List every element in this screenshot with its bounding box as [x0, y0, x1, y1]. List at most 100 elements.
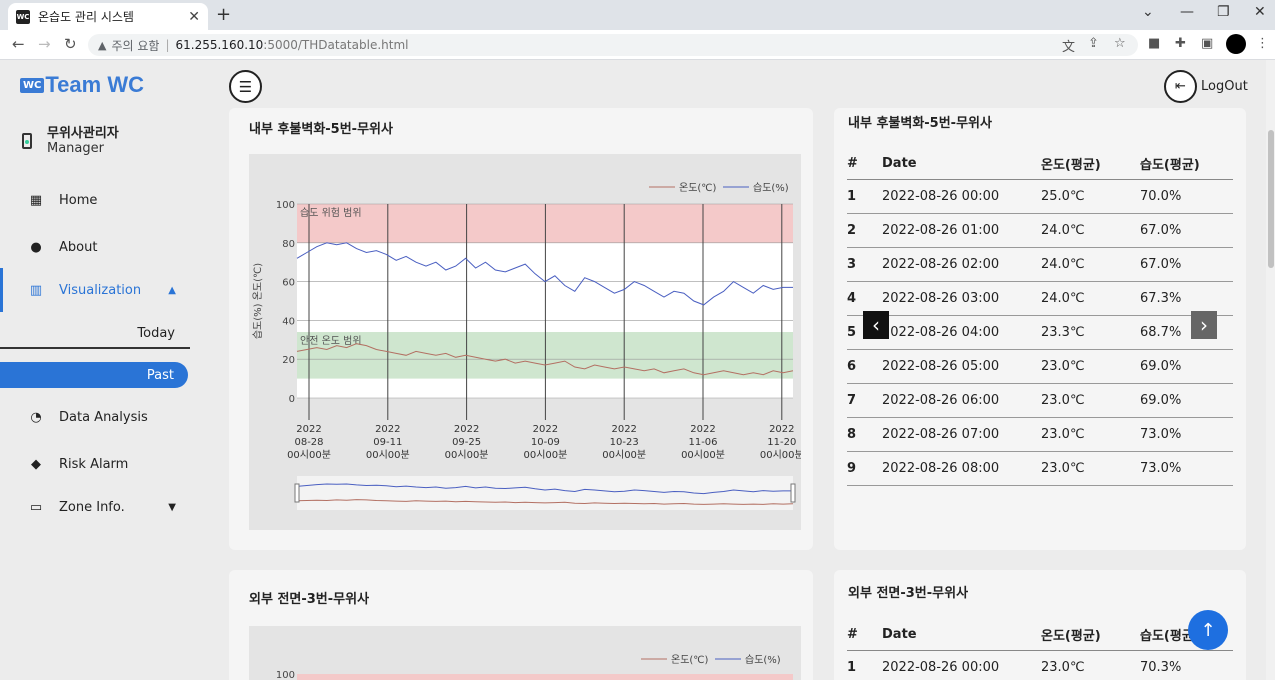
- y-tick-label: 100: [276, 670, 295, 680]
- column-header: Date: [882, 620, 1041, 651]
- chart-2-svg[interactable]: 온도(℃) 습도(%) 100: [249, 626, 801, 680]
- sidebar-item-about[interactable]: ● About: [0, 232, 198, 262]
- table-cell: 73.0%: [1140, 417, 1233, 452]
- legend-label: 온도(℃): [671, 654, 709, 666]
- logo-text: Team WC: [45, 72, 144, 97]
- x-tick-label: 2022: [533, 424, 558, 435]
- legend-label: 습도(%): [745, 654, 781, 666]
- sidebar-subitem-today[interactable]: Today: [0, 319, 190, 349]
- table-row: 6 2022-08-26 05:00 23.0℃ 69.0%: [847, 349, 1233, 384]
- puzzle-icon[interactable]: ✚: [1175, 36, 1186, 51]
- table-cell: 67.3%: [1140, 281, 1233, 316]
- maximize-icon[interactable]: ❐: [1217, 4, 1230, 20]
- x-tick-label: 00시00분: [366, 449, 410, 461]
- x-tick-label: 00시00분: [602, 449, 646, 461]
- table-cell: 2022-08-26 00:00: [882, 650, 1041, 680]
- url-field[interactable]: ▲ 주의 요함 | 61.255.160.10:5000/THDatatable…: [88, 34, 1138, 56]
- grid-icon: ▦: [29, 192, 43, 208]
- table-row: 9 2022-08-26 08:00 23.0℃ 73.0%: [847, 451, 1233, 486]
- logout-button[interactable]: ⇤ LogOut: [1164, 70, 1248, 103]
- sidebar: WC Team WC 무위사관리자 Manager ▦ Home ● About…: [0, 60, 198, 680]
- window-close-icon[interactable]: ✕: [1254, 4, 1266, 20]
- x-tick-label: 10-09: [531, 437, 560, 448]
- extension-icon[interactable]: ■: [1148, 36, 1160, 51]
- logo[interactable]: WC Team WC: [20, 72, 144, 98]
- y-tick-label: 40: [282, 316, 295, 327]
- arrow-up-icon: ↑: [1200, 619, 1216, 641]
- chart-icon: ▥: [29, 282, 43, 298]
- x-tick-label: 09-25: [452, 437, 481, 448]
- table-cell: 23.0℃: [1041, 383, 1140, 418]
- x-tick-label: 00시00분: [445, 449, 489, 461]
- chart-card: 내부 후불벽화-5번-무위사 0 20 40 60 80 100 2022 08-28 00시0…: [229, 108, 813, 550]
- sidebar-item-zone-info[interactable]: ▭ Zone Info. ▼: [0, 492, 198, 522]
- reload-icon[interactable]: ↻: [64, 35, 77, 53]
- sidebar-item-label: Risk Alarm: [59, 456, 129, 472]
- new-tab-icon[interactable]: +: [216, 4, 231, 25]
- table-cell: 2022-08-26 05:00: [882, 349, 1041, 384]
- x-tick-label: 09-11: [373, 437, 402, 448]
- subitem-label: Past: [146, 367, 174, 383]
- warning-icon: ▲: [98, 38, 107, 52]
- table-cell: 23.3℃: [1041, 315, 1140, 350]
- user-name: 무위사관리자: [47, 126, 119, 141]
- table-cell: 7: [847, 383, 882, 418]
- legend-label: 습도(%): [753, 182, 789, 194]
- profile-avatar[interactable]: [1226, 34, 1246, 54]
- bookmark-star-icon[interactable]: ☆: [1114, 36, 1126, 51]
- minimize-icon[interactable]: —: [1180, 4, 1194, 20]
- chart-area-2: 온도(℃) 습도(%) 100: [249, 626, 801, 680]
- x-tick-label: 00시00분: [760, 449, 801, 461]
- forward-icon[interactable]: →: [38, 35, 51, 53]
- back-icon[interactable]: ←: [12, 35, 25, 53]
- humidity-temperature-chart[interactable]: 020406080100202208-2800시00분202209-1100시0…: [249, 154, 804, 530]
- laptop-icon: ▭: [29, 499, 43, 515]
- user-device-icon: [22, 133, 32, 149]
- data-table-2: # Date 온도(평균) 습도(평균) 1 2022-08-26 00:00 23.0℃…: [847, 620, 1233, 680]
- table-cell: 9: [847, 451, 882, 486]
- url-host: 61.255.160.10: [175, 38, 264, 52]
- sidebar-subitem-past[interactable]: Past: [0, 362, 188, 388]
- sidebar-item-home[interactable]: ▦ Home: [0, 185, 198, 215]
- table-header-row: # Date 온도(평균) 습도(평균): [847, 620, 1233, 651]
- sidebar-item-risk-alarm[interactable]: ◆ Risk Alarm: [0, 449, 198, 479]
- table-cell: 2022-08-26 02:00: [882, 247, 1041, 282]
- chart-title: 내부 후불벽화-5번-무위사: [249, 122, 393, 137]
- table-row: 4 2022-08-26 03:00 24.0℃ 67.3%: [847, 281, 1233, 316]
- translate-icon[interactable]: 文: [1062, 36, 1075, 55]
- scrollbar-thumb[interactable]: [1268, 130, 1274, 268]
- table-cell: 67.0%: [1140, 247, 1233, 282]
- sidebar-item-visualization[interactable]: ▥ Visualization ▲: [0, 275, 198, 305]
- menu-icon: ☰: [238, 77, 253, 96]
- x-tick-label: 2022: [611, 424, 636, 435]
- chevron-right-icon: ›: [1200, 313, 1208, 337]
- table-cell: 2022-08-26 04:00: [882, 315, 1041, 350]
- chevron-left-icon: ‹: [872, 313, 880, 337]
- table-cell: 2: [847, 213, 882, 248]
- column-header: 습도(평균): [1140, 149, 1233, 180]
- column-header: Date: [882, 149, 1041, 180]
- share-icon[interactable]: ⇪: [1088, 36, 1099, 51]
- security-label: 주의 요함: [111, 38, 160, 53]
- scroll-to-top-button[interactable]: ↑: [1188, 610, 1228, 650]
- hamburger-menu-button[interactable]: ☰: [229, 70, 262, 103]
- sidebar-item-label: Visualization: [59, 282, 142, 298]
- x-tick-label: 11-06: [688, 437, 717, 448]
- carousel-next-button[interactable]: ›: [1191, 311, 1217, 339]
- table-cell: 24.0℃: [1041, 281, 1140, 316]
- sidebar-item-data-analysis[interactable]: ◔ Data Analysis: [0, 402, 198, 432]
- chat-icon: ●: [30, 239, 42, 255]
- carousel-prev-button[interactable]: ‹: [863, 311, 889, 339]
- column-header: 온도(평균): [1041, 620, 1140, 651]
- table-cell: 24.0℃: [1041, 247, 1140, 282]
- x-tick-label: 00시00분: [287, 449, 331, 461]
- browser-tab[interactable]: WC 온습도 관리 시스템 ✕: [8, 3, 208, 30]
- tab-search-icon[interactable]: ⌄: [1142, 4, 1154, 20]
- sidepanel-icon[interactable]: ▣: [1201, 36, 1213, 51]
- navigator-handle-right: [790, 483, 796, 503]
- navigator-handle-left: [294, 483, 300, 503]
- kebab-menu-icon[interactable]: ⋮: [1256, 36, 1269, 51]
- table-cell: 2022-08-26 00:00: [882, 179, 1041, 214]
- close-tab-icon[interactable]: ✕: [188, 9, 200, 25]
- chart-card-2: 외부 전면-3번-무위사 온도(℃) 습도(%) 100: [229, 570, 813, 680]
